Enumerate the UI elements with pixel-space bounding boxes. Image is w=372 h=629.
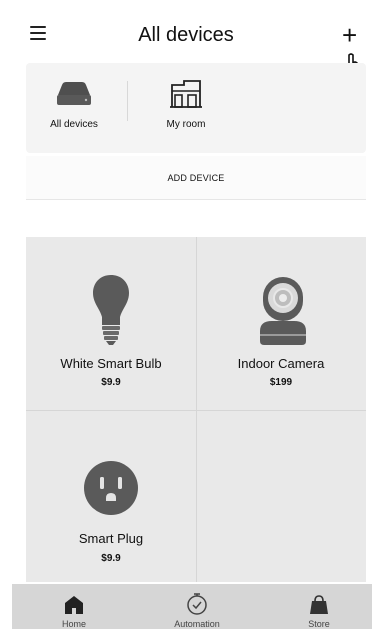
tab-all-devices[interactable]: All devices [34, 73, 114, 143]
product-price: $199 [269, 377, 293, 388]
smart-plug-icon [84, 461, 138, 515]
home-icon [65, 596, 83, 614]
nav-automation[interactable]: Automation [162, 584, 232, 629]
tab-my-room[interactable]: My room [146, 73, 226, 143]
house-icon [170, 80, 202, 108]
camera-icon [260, 277, 306, 345]
hub-device-icon [57, 82, 91, 105]
product-price: $9.9 [101, 553, 121, 564]
app-header: All devices + [0, 0, 372, 85]
plus-icon[interactable]: + [342, 22, 357, 48]
nav-store[interactable]: Store [292, 584, 346, 629]
tab-label: My room [166, 119, 206, 130]
product-grid: White Smart Bulb $9.9 Indoor Camera $199… [26, 237, 366, 582]
nav-label: Store [308, 619, 330, 629]
store-bag-icon [310, 595, 328, 614]
product-card-empty [196, 410, 366, 582]
product-price: $9.9 [101, 377, 121, 388]
light-bulb-icon [93, 275, 129, 345]
tab-divider [127, 81, 128, 121]
product-card-indoor-camera[interactable]: Indoor Camera $199 [196, 237, 366, 410]
nav-home[interactable]: Home [42, 584, 106, 629]
add-device-button[interactable]: ADD DEVICE [26, 156, 366, 200]
product-card-white-smart-bulb[interactable]: White Smart Bulb $9.9 [26, 237, 196, 410]
product-name: Smart Plug [78, 531, 144, 546]
device-filter-tabs: All devices My room [26, 63, 366, 153]
product-name: White Smart Bulb [60, 356, 162, 371]
nav-label: Home [61, 619, 86, 629]
bottom-navigation: Home Automation Store [12, 584, 372, 629]
timer-icon [187, 593, 207, 615]
nav-label: Automation [174, 619, 220, 629]
product-name: Indoor Camera [237, 356, 325, 371]
page-title: All devices [138, 24, 234, 46]
product-card-smart-plug[interactable]: Smart Plug $9.9 [26, 410, 196, 582]
tab-label: All devices [50, 119, 98, 130]
add-device-label: ADD DEVICE [167, 173, 225, 183]
